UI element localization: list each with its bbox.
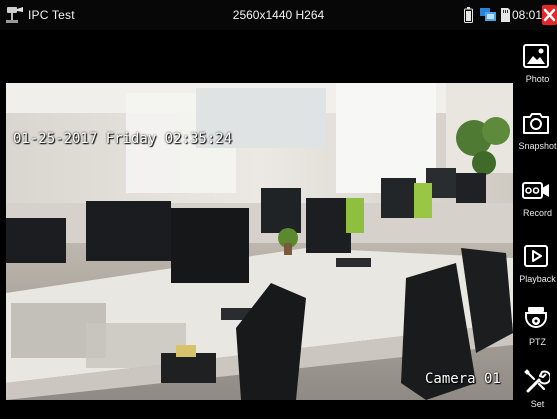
record-icon [522,182,549,199]
record-button[interactable]: Record [514,168,557,228]
set-label: Set [530,399,545,409]
photo-button[interactable]: Photo [514,34,557,94]
app-title: IPC Test [28,8,75,22]
wrench-icon [524,369,550,393]
record-label: Record [522,208,552,218]
status-bar: IPC Test 2560x1440 H264 08:01 [0,0,557,30]
photo-label: Photo [525,74,550,84]
video-preview[interactable]: 01-25-2017 Friday 02:35:24 Camera 01 [6,32,513,419]
ptz-button[interactable]: PTZ [514,297,557,357]
stream-resolution-codec: 2560x1440 H264 [232,8,325,22]
sd-card-icon [501,8,510,22]
playback-label: Playback [519,274,556,284]
battery-icon [464,7,473,23]
ptz-label: PTZ [529,337,546,347]
network-icon [480,8,496,21]
play-icon [524,245,548,267]
osd-timestamp: 01-25-2017 Friday 02:35:24 [13,131,233,147]
ipc-tester-icon [6,7,23,23]
clock: 08:01 [512,8,543,22]
camera-icon [523,113,549,134]
photo-icon [523,44,549,68]
playback-button[interactable]: Playback [514,234,557,294]
osd-camera-name: Camera 01 [425,371,501,387]
close-icon [543,8,556,22]
settings-button[interactable]: Set [514,359,557,419]
snapshot-button[interactable]: Snapshot [514,101,557,161]
right-toolbar: Photo Snapshot Record Playback PTZ Set [514,32,557,419]
close-button[interactable] [542,5,557,25]
snapshot-label: Snapshot [518,141,557,151]
ptz-dome-icon [525,307,547,328]
